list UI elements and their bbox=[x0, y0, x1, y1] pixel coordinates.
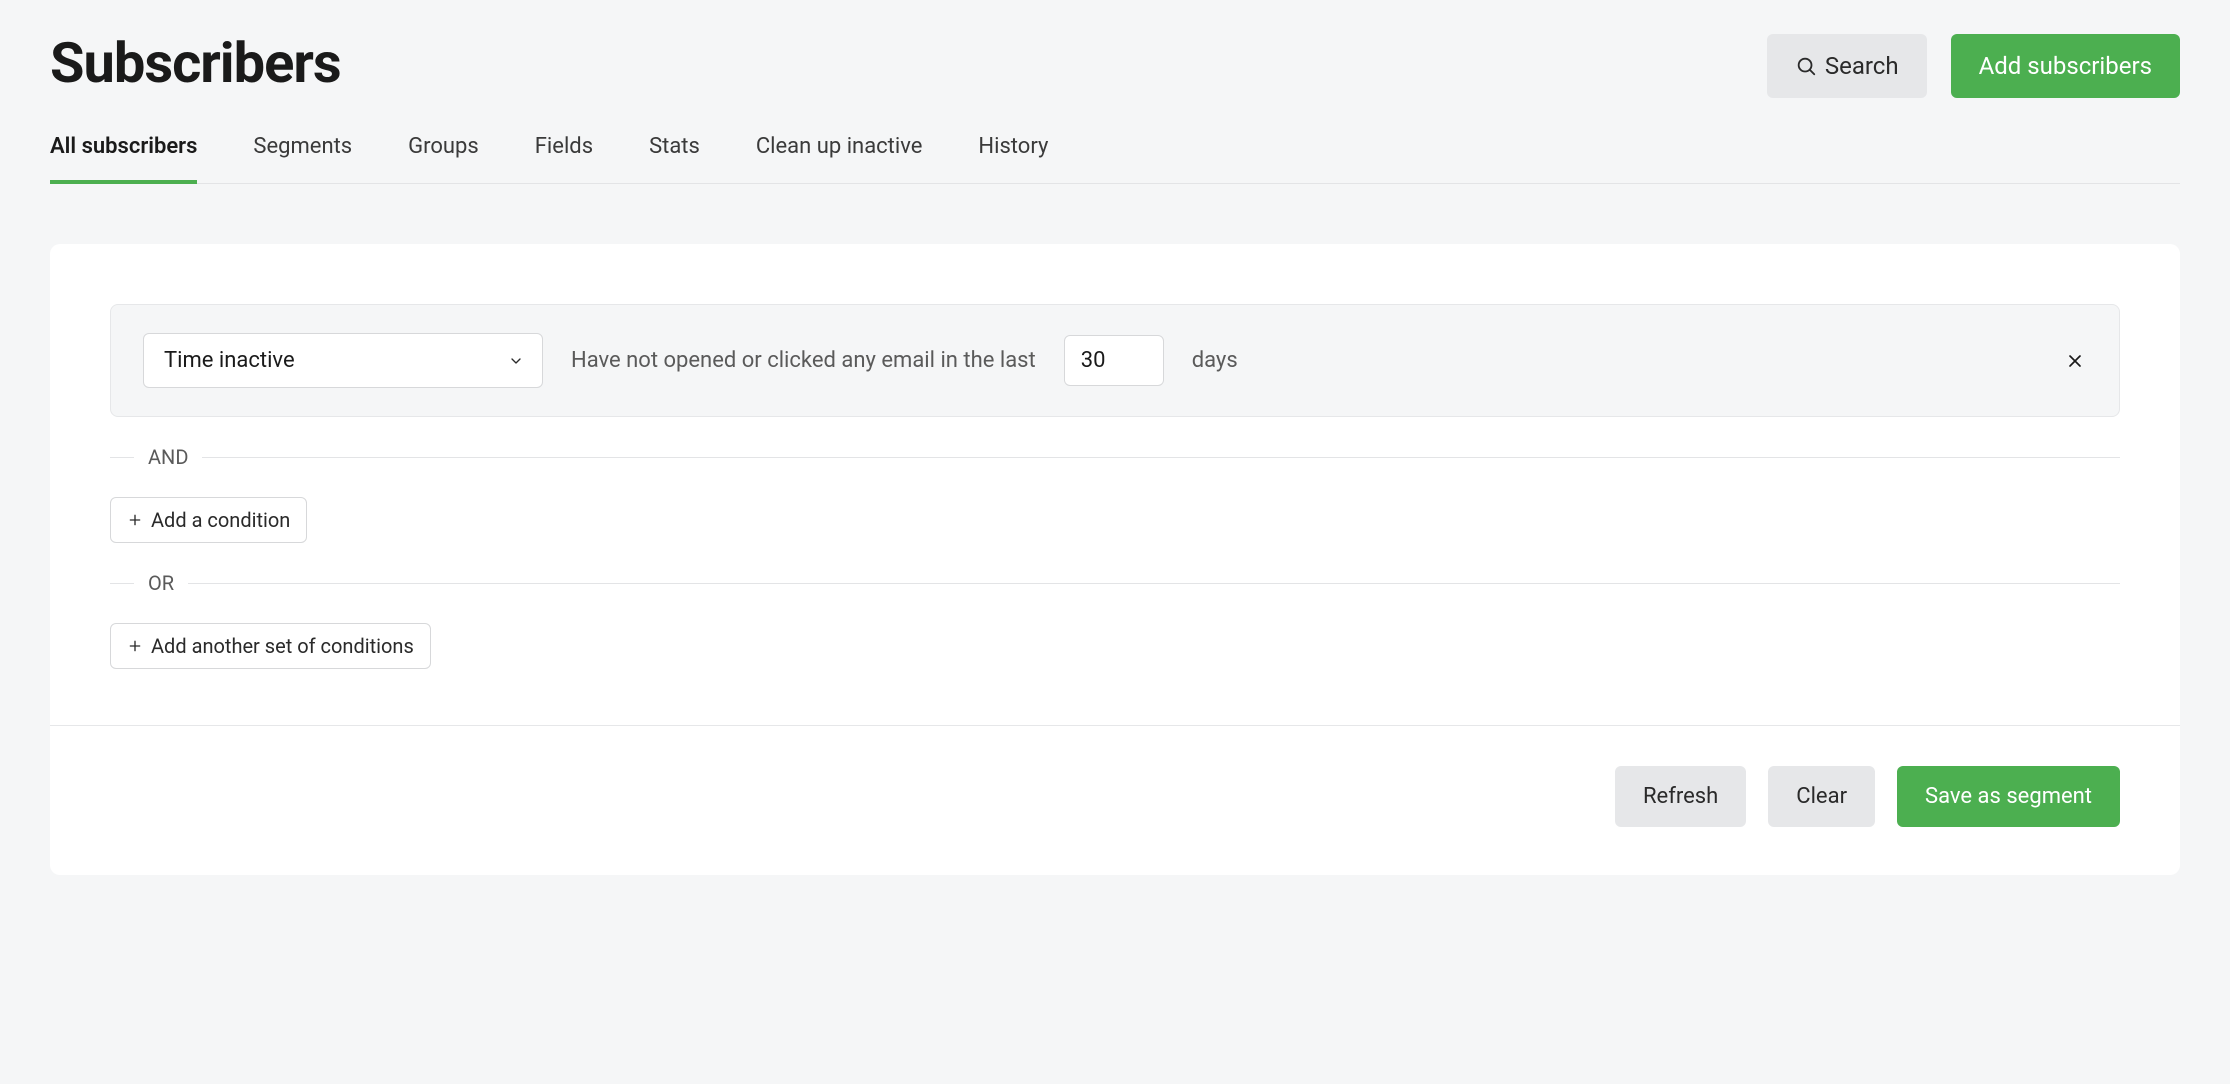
tab-segments[interactable]: Segments bbox=[253, 114, 352, 183]
page-title: Subscribers bbox=[50, 30, 341, 96]
tab-history[interactable]: History bbox=[978, 114, 1048, 183]
tab-all-subscribers[interactable]: All subscribers bbox=[50, 114, 197, 183]
search-icon bbox=[1795, 55, 1817, 77]
or-label: OR bbox=[148, 571, 174, 595]
tab-clean-up-inactive[interactable]: Clean up inactive bbox=[756, 114, 923, 183]
and-divider: AND bbox=[110, 445, 2120, 469]
add-condition-label: Add a condition bbox=[151, 508, 290, 532]
add-condition-group-button[interactable]: Add another set of conditions bbox=[110, 623, 431, 669]
add-subscribers-button[interactable]: Add subscribers bbox=[1951, 34, 2180, 98]
remove-condition-button[interactable] bbox=[2059, 345, 2091, 377]
days-unit: days bbox=[1192, 348, 1238, 373]
or-divider: OR bbox=[110, 571, 2120, 595]
days-input[interactable] bbox=[1064, 335, 1164, 386]
tabs-nav: All subscribers Segments Groups Fields S… bbox=[50, 114, 2180, 184]
plus-icon bbox=[127, 512, 143, 528]
clear-button[interactable]: Clear bbox=[1768, 766, 1875, 827]
add-condition-group-label: Add another set of conditions bbox=[151, 634, 414, 658]
and-label: AND bbox=[148, 445, 188, 469]
chevron-down-icon bbox=[508, 353, 524, 369]
condition-row: Time inactive Have not opened or clicked… bbox=[110, 304, 2120, 417]
condition-type-value: Time inactive bbox=[164, 348, 295, 373]
header-actions: Search Add subscribers bbox=[1767, 34, 2180, 98]
tab-fields[interactable]: Fields bbox=[535, 114, 593, 183]
add-subscribers-label: Add subscribers bbox=[1979, 52, 2152, 80]
condition-description: Have not opened or clicked any email in … bbox=[571, 348, 1036, 373]
tab-stats[interactable]: Stats bbox=[649, 114, 700, 183]
add-condition-button[interactable]: Add a condition bbox=[110, 497, 307, 543]
search-button[interactable]: Search bbox=[1767, 34, 1927, 98]
close-icon bbox=[2065, 351, 2085, 371]
refresh-button[interactable]: Refresh bbox=[1615, 766, 1746, 827]
card-footer: Refresh Clear Save as segment bbox=[50, 725, 2180, 875]
tab-groups[interactable]: Groups bbox=[408, 114, 479, 183]
filter-card: Time inactive Have not opened or clicked… bbox=[50, 244, 2180, 875]
search-label: Search bbox=[1825, 52, 1899, 80]
save-segment-button[interactable]: Save as segment bbox=[1897, 766, 2120, 827]
plus-icon bbox=[127, 638, 143, 654]
condition-type-select[interactable]: Time inactive bbox=[143, 333, 543, 388]
